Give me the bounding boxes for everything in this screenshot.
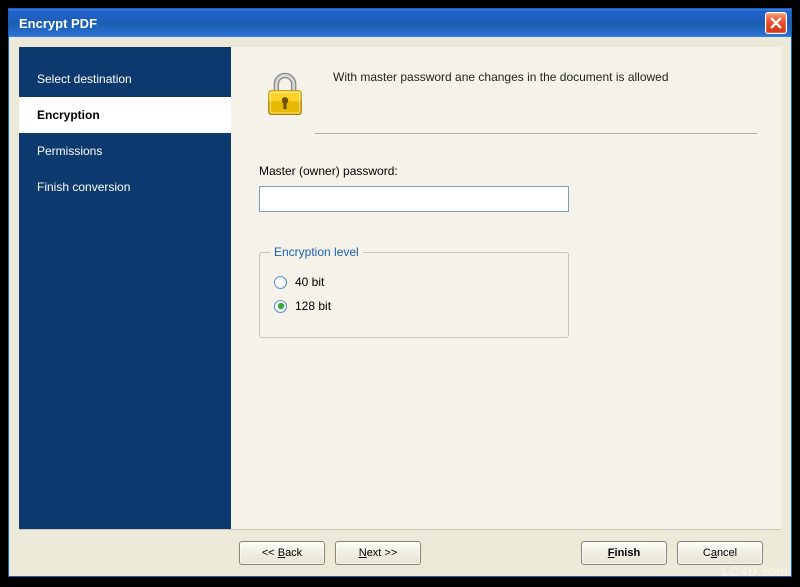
button-bar: << Back Next >> Finish Cancel	[9, 530, 791, 576]
group-legend: Encryption level	[270, 245, 363, 259]
password-label: Master (owner) password:	[259, 164, 757, 178]
close-icon	[770, 17, 782, 29]
sidebar-item-label: Encryption	[37, 108, 100, 122]
main-panel: With master password ane changes in the …	[231, 47, 781, 529]
sidebar-item-finish-conversion[interactable]: Finish conversion	[19, 169, 231, 205]
header-divider	[315, 133, 757, 134]
back-button[interactable]: << Back	[239, 541, 325, 565]
cancel-button[interactable]: Cancel	[677, 541, 763, 565]
step-description: With master password ane changes in the …	[333, 65, 669, 125]
body-area: Select destination Encryption Permission…	[9, 37, 791, 529]
radio-128bit[interactable]: 128 bit	[274, 299, 554, 313]
encryption-level-group: Encryption level 40 bit 128 bit	[259, 252, 569, 338]
finish-button[interactable]: Finish	[581, 541, 667, 565]
sidebar-item-label: Permissions	[37, 144, 102, 158]
sidebar-item-select-destination[interactable]: Select destination	[19, 61, 231, 97]
dialog-window: Encrypt PDF Select destination Encryptio…	[8, 8, 792, 577]
window-title: Encrypt PDF	[19, 16, 765, 31]
radio-40bit[interactable]: 40 bit	[274, 275, 554, 289]
master-password-input[interactable]	[259, 186, 569, 212]
next-button[interactable]: Next >>	[335, 541, 421, 565]
titlebar: Encrypt PDF	[9, 9, 791, 37]
radio-label: 40 bit	[295, 275, 324, 289]
close-button[interactable]	[765, 12, 787, 34]
sidebar-item-permissions[interactable]: Permissions	[19, 133, 231, 169]
sidebar-item-label: Select destination	[37, 72, 132, 86]
header-row: With master password ane changes in the …	[255, 65, 757, 125]
radio-icon	[274, 300, 287, 313]
wizard-sidebar: Select destination Encryption Permission…	[19, 47, 231, 529]
radio-icon	[274, 276, 287, 289]
sidebar-item-encryption[interactable]: Encryption	[19, 97, 231, 133]
radio-label: 128 bit	[295, 299, 331, 313]
lock-icon	[255, 65, 315, 125]
sidebar-item-label: Finish conversion	[37, 180, 130, 194]
